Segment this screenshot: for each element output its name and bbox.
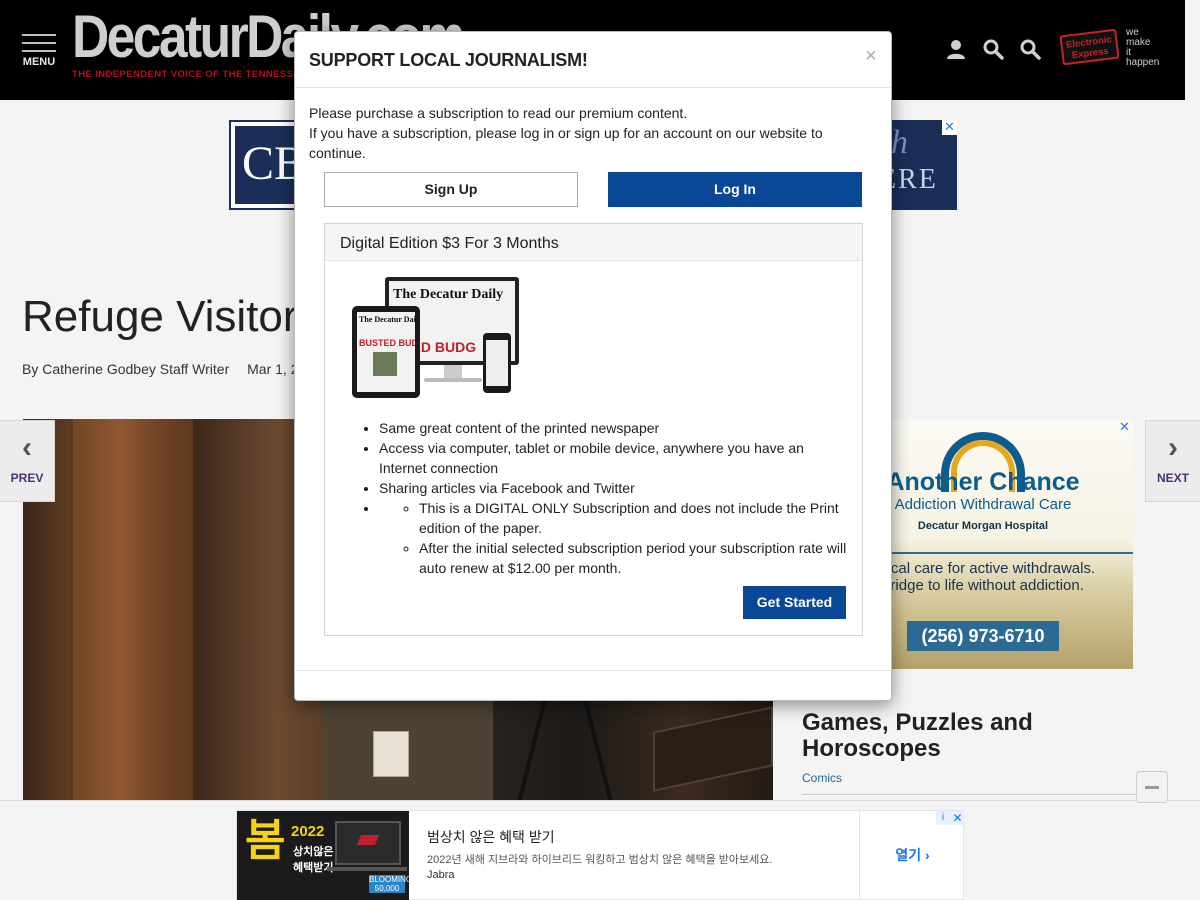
sponsor-slogan: we make it happen xyxy=(1126,27,1160,68)
feature-item: Access via computer, tablet or mobile de… xyxy=(379,438,849,478)
offer-card: Digital Edition $3 For 3 Months The Deca… xyxy=(324,223,863,636)
feature-item: This is a DIGITAL ONLY Subscription and … xyxy=(379,498,849,578)
laptop-image xyxy=(335,821,401,865)
chevron-right-icon: › xyxy=(924,847,930,863)
offer-features: Same great content of the printed newspa… xyxy=(379,418,849,578)
feature-item: Same great content of the printed newspa… xyxy=(379,418,849,438)
modal-message-line: If you have a subscription, please log i… xyxy=(309,125,823,161)
subscription-modal: SUPPORT LOCAL JOURNALISM! × Please purch… xyxy=(294,31,892,701)
monitor-screen-title: The Decatur Daily xyxy=(393,287,504,302)
menu-label: MENU xyxy=(22,56,56,68)
prev-label: PREV xyxy=(10,471,44,485)
ad-brand: Jabra xyxy=(427,869,455,881)
ad-image-line: 상치않은 xyxy=(293,846,334,858)
monitor-base xyxy=(424,378,482,382)
collapse-ad-button[interactable] xyxy=(1136,771,1168,803)
close-icon[interactable]: ✕ xyxy=(950,811,965,825)
hamburger-icon xyxy=(22,34,56,36)
side-ad-phone[interactable]: (256) 973-6710 xyxy=(907,621,1059,651)
phone-image xyxy=(483,333,511,393)
terms-item: After the initial selected subscription … xyxy=(419,538,849,578)
hamburger-icon-bar xyxy=(22,42,56,44)
photo-detail xyxy=(373,731,409,777)
modal-header: SUPPORT LOCAL JOURNALISM! × xyxy=(295,32,891,88)
tablet-screen-photo xyxy=(373,352,397,376)
chevron-right-icon: › xyxy=(1168,431,1178,464)
sign-up-button[interactable]: Sign Up xyxy=(324,172,578,207)
close-icon[interactable]: ✕ xyxy=(942,120,957,135)
terms-item: This is a DIGITAL ONLY Subscription and … xyxy=(419,498,849,538)
divider xyxy=(802,794,1137,795)
modal-title: SUPPORT LOCAL JOURNALISM! xyxy=(309,50,588,70)
minus-icon xyxy=(1145,786,1159,789)
tablet-image: The Decatur Daily BUSTED BUDGET? xyxy=(352,306,420,398)
photo-detail xyxy=(73,419,193,800)
offer-title: Digital Edition $3 For 3 Months xyxy=(340,235,559,252)
ad-image-year: 2022 xyxy=(291,823,325,840)
article-headline: Refuge Visitor xyxy=(22,292,298,341)
modal-message: Please purchase a subscription to read o… xyxy=(309,103,869,163)
feature-item: Sharing articles via Facebook and Twitte… xyxy=(379,478,849,498)
devices-image: The Decatur Daily TED BUDG The Decatur D… xyxy=(352,277,522,401)
ad-description: 2022년 새해 지브라와 하이브리드 워킹하고 범상치 않은 혜택을 받아보세… xyxy=(427,854,773,866)
next-article-button[interactable]: › NEXT xyxy=(1145,420,1200,502)
prev-article-button[interactable]: ‹ PREV xyxy=(0,420,55,502)
tablet-screen-title: The Decatur Daily xyxy=(359,315,415,324)
offer-card-header: Digital Edition $3 For 3 Months xyxy=(325,224,862,261)
ad-headline[interactable]: 범상치 않은 혜택 받기 xyxy=(427,827,555,847)
close-icon[interactable]: × xyxy=(861,46,881,66)
ad-info-icon[interactable]: i xyxy=(936,811,950,825)
ad-image-big-char: 봄 xyxy=(245,816,286,865)
article-date: Mar 1, 2 xyxy=(247,361,299,377)
games-section-title[interactable]: Games, Puzzles and Horoscopes xyxy=(802,710,1122,762)
user-icon[interactable] xyxy=(945,38,967,60)
search-icon[interactable] xyxy=(982,38,1004,60)
log-in-button[interactable]: Log In xyxy=(608,172,862,207)
photo-detail xyxy=(653,706,773,792)
comics-link[interactable]: Comics xyxy=(802,771,842,785)
ad-image-badge: BLOOMING 50,000 xyxy=(369,875,409,893)
modal-footer-divider xyxy=(295,670,891,671)
author-link[interactable]: By Catherine Godbey Staff Writer xyxy=(22,361,229,377)
monitor-stand xyxy=(444,365,462,379)
ad-image: 봄 2022 상치않은 혜택받기 BLOOMING 50,000 xyxy=(237,811,409,900)
chevron-left-icon: ‹ xyxy=(22,431,32,464)
ad-open-label: 열기 › xyxy=(895,847,930,863)
laptop-base xyxy=(327,867,407,871)
next-label: NEXT xyxy=(1156,471,1189,485)
close-icon[interactable]: ✕ xyxy=(1117,420,1132,435)
get-started-button[interactable]: Get Started xyxy=(743,586,846,619)
hamburger-icon-bar xyxy=(22,50,56,52)
search-icon[interactable] xyxy=(1019,38,1041,60)
article-byline: By Catherine Godbey Staff Writer Mar 1, … xyxy=(22,361,299,377)
anchor-ad[interactable]: 봄 2022 상치않은 혜택받기 BLOOMING 50,000 범상치 않은 … xyxy=(236,810,965,900)
tablet-screen-headline: BUSTED BUDGET? xyxy=(359,338,415,348)
sponsor-logo[interactable]: Electronic Express xyxy=(1059,28,1120,66)
modal-message-line: Please purchase a subscription to read o… xyxy=(309,105,688,121)
menu-button[interactable]: MENU xyxy=(22,34,56,68)
